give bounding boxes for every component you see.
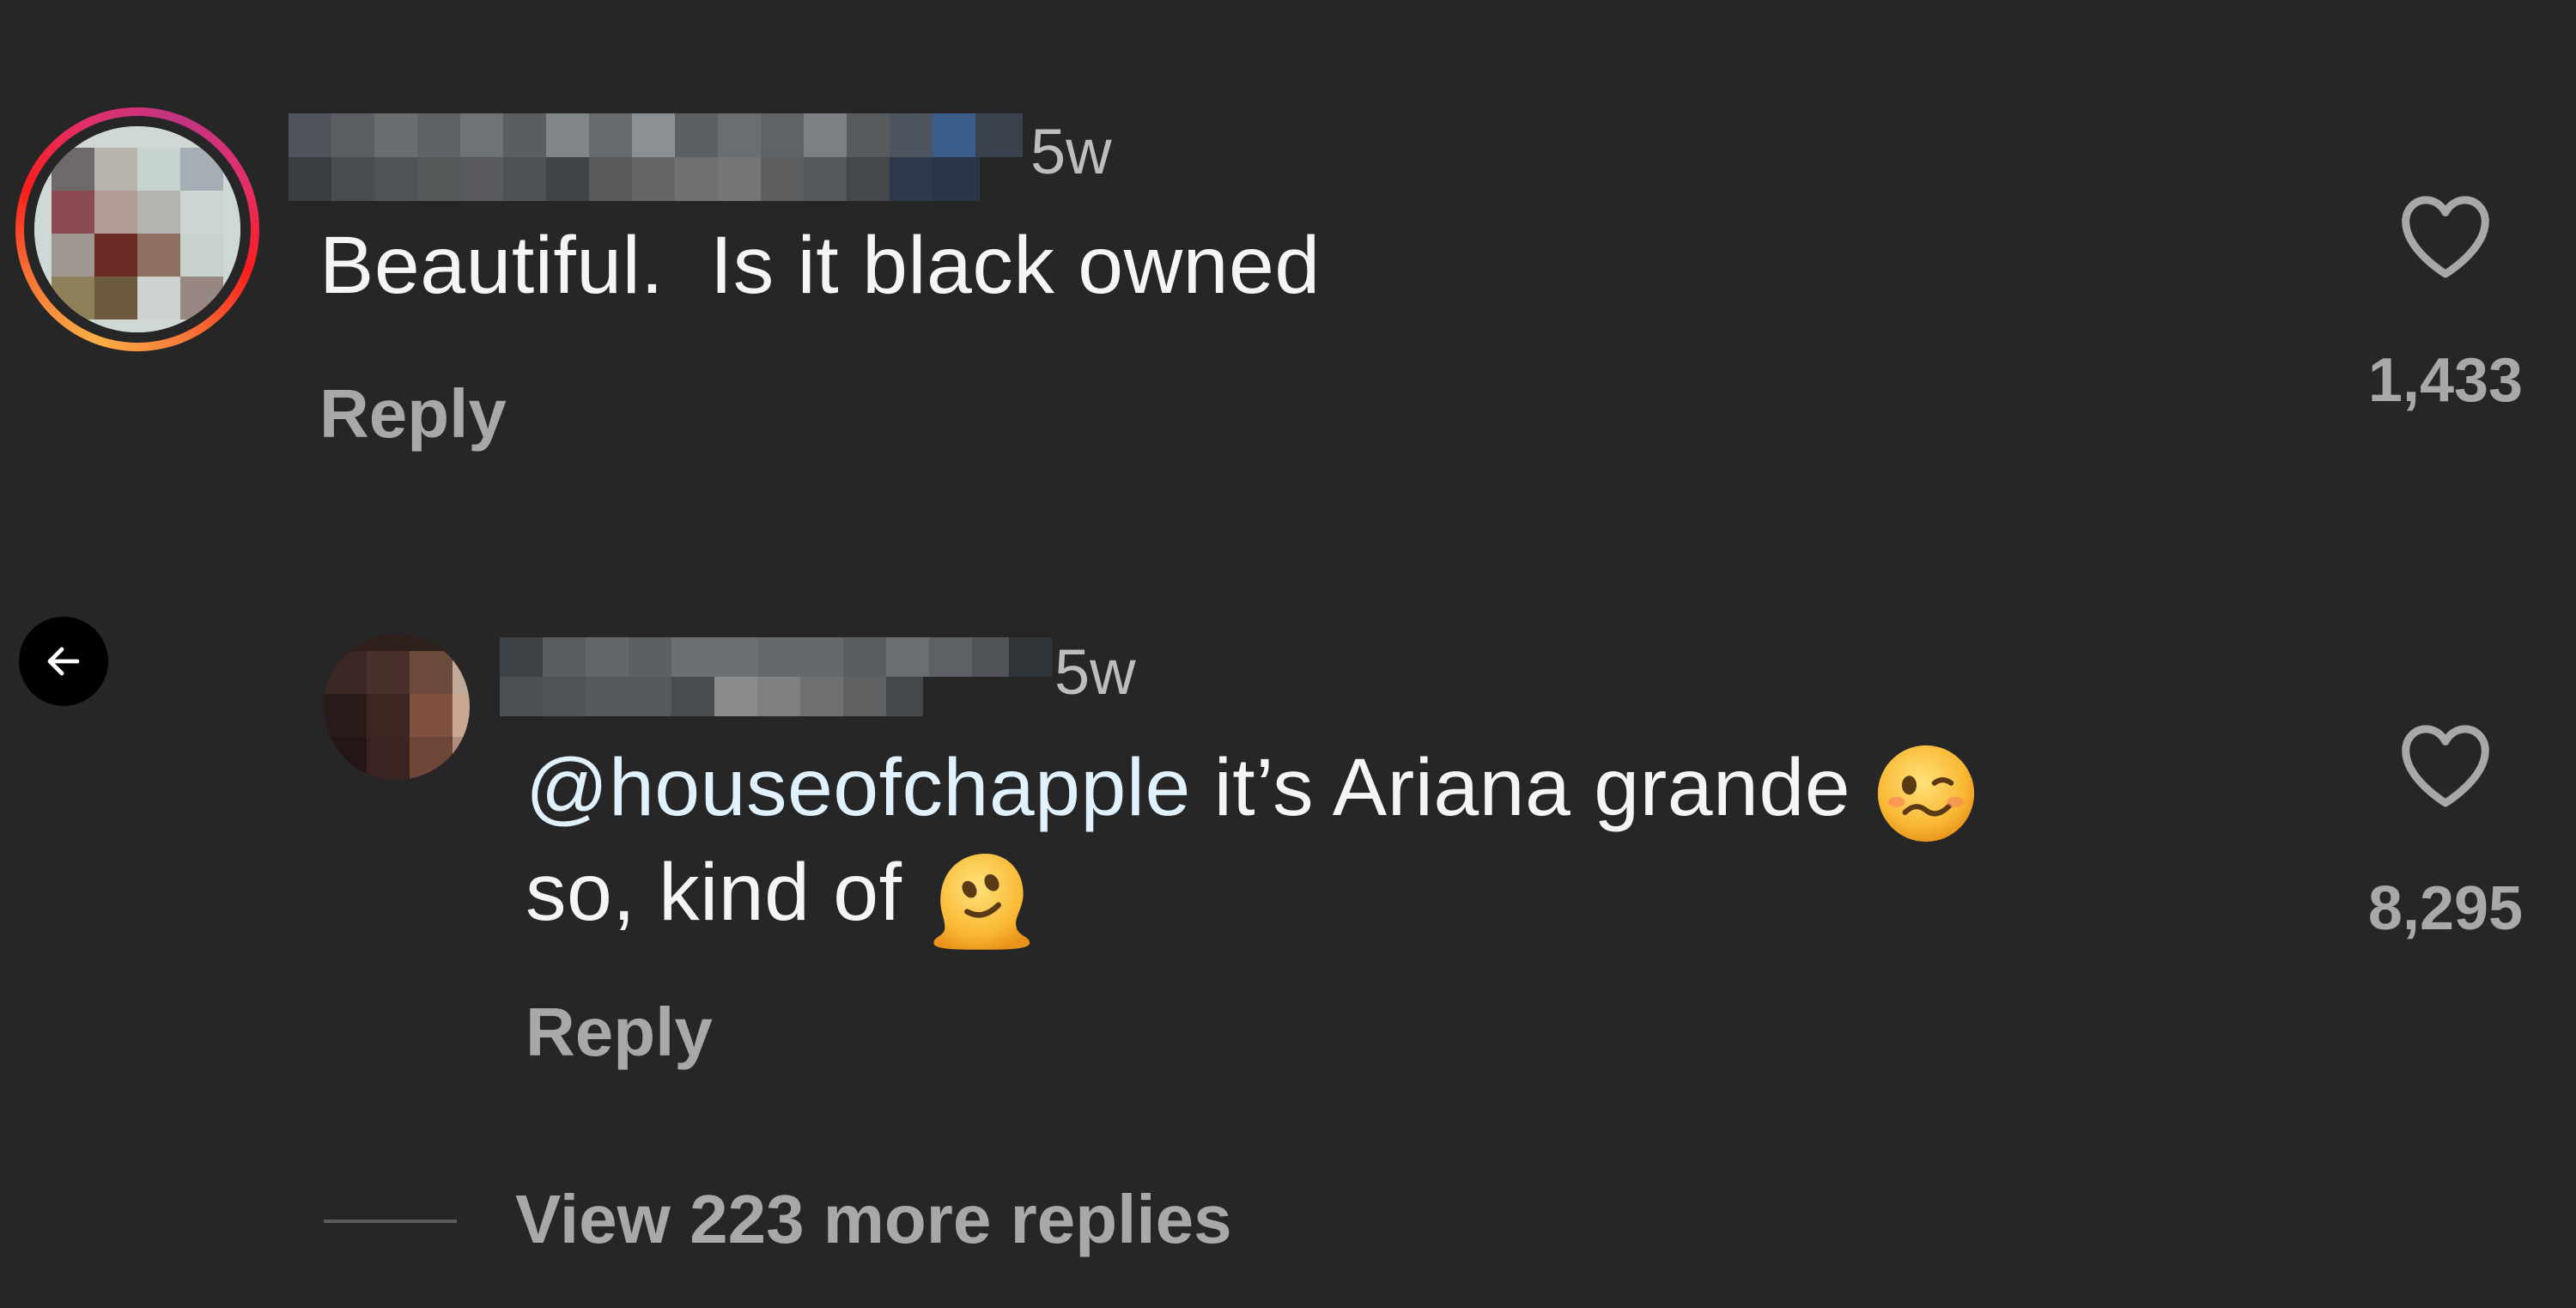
avatar[interactable] — [324, 634, 470, 780]
username-redacted[interactable] — [289, 113, 1023, 201]
avatar[interactable] — [34, 126, 240, 332]
reply-text-line2: so, kind of — [526, 847, 902, 938]
username-redacted[interactable] — [500, 637, 1052, 716]
reply-button[interactable]: Reply — [319, 380, 507, 448]
reply-text: @houseofchapple it’s Ariana grande so, k… — [526, 739, 2243, 954]
comment-timestamp: 5w — [1030, 116, 1112, 187]
arrow-left-icon — [47, 647, 80, 676]
mention-link[interactable]: @houseofchapple — [526, 742, 1191, 833]
heart-icon — [2402, 725, 2489, 807]
woozy-face-icon — [1877, 745, 1975, 843]
view-more-replies-button[interactable]: View 223 more replies — [515, 1185, 1232, 1254]
comments-panel: 5w Beautiful. Is it black owned Reply 1,… — [0, 0, 2576, 1308]
like-button[interactable] — [2396, 191, 2495, 284]
divider — [324, 1220, 457, 1223]
like-count[interactable]: 1,433 — [2342, 350, 2549, 411]
like-count[interactable]: 8,295 — [2342, 878, 2549, 940]
reply-button[interactable]: Reply — [526, 998, 713, 1067]
reply-timestamp: 5w — [1054, 636, 1136, 708]
comment-text: Beautiful. Is it black owned — [319, 220, 1321, 311]
reply-text-line1: it’s Ariana grande — [1190, 742, 1851, 833]
back-button[interactable] — [19, 617, 108, 706]
like-button[interactable] — [2396, 720, 2495, 813]
melting-face-icon — [933, 853, 1030, 950]
heart-icon — [2402, 196, 2489, 278]
